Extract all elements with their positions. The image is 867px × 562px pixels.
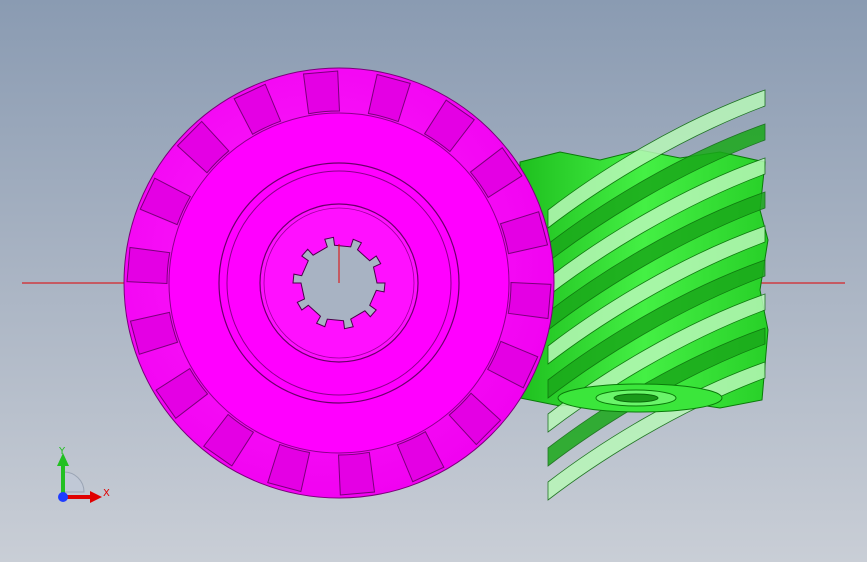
triad-z-axis — [58, 492, 68, 502]
orientation-triad[interactable]: Y X — [57, 446, 110, 503]
triad-z-arc — [62, 471, 85, 493]
spur-gear-tooth-gap — [338, 451, 376, 496]
helical-gear[interactable] — [519, 89, 769, 501]
spur-gear[interactable] — [123, 67, 555, 499]
triad-y-label: Y — [58, 446, 66, 457]
spur-gear-tooth-gap — [126, 246, 171, 284]
spur-gear-tooth-gap — [507, 282, 552, 320]
spur-gear-tooth-gap — [302, 70, 340, 115]
triad-x-label: X — [103, 488, 110, 499]
helical-gear-spline — [613, 393, 659, 403]
cad-graphics-viewport[interactable]: Y X — [0, 0, 867, 562]
triad-x-arrow — [90, 491, 102, 503]
